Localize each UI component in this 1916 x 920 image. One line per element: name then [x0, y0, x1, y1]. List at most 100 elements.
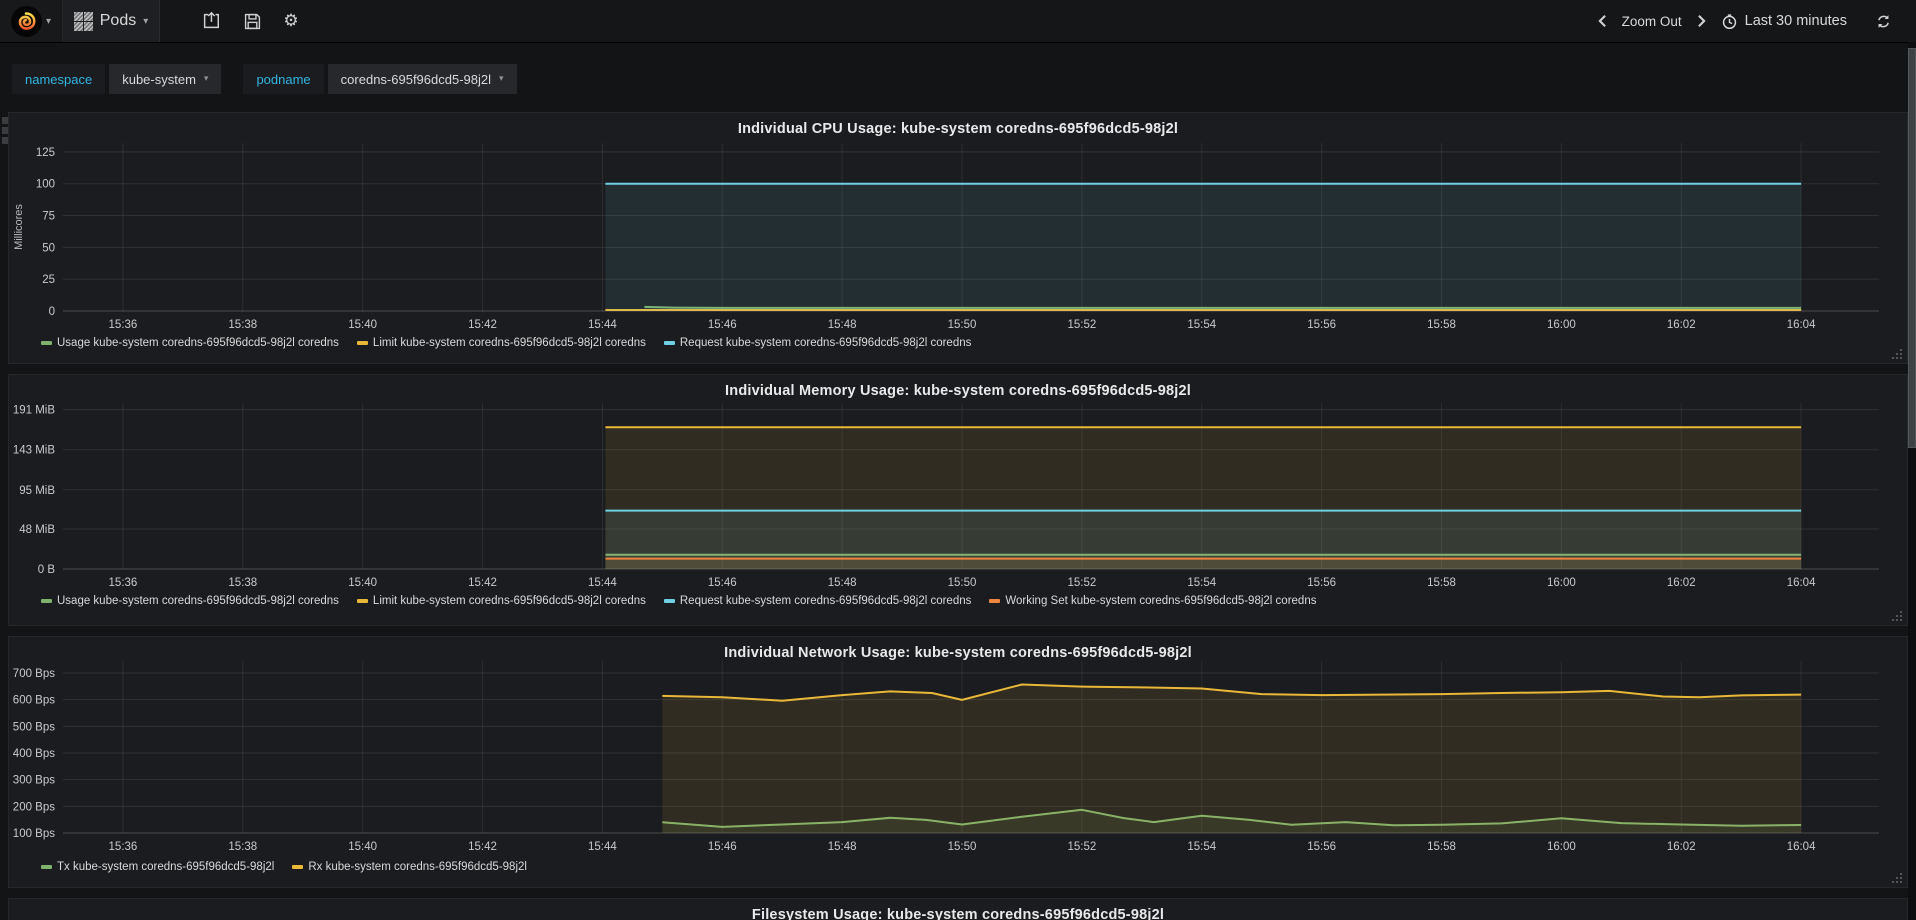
svg-text:15:58: 15:58 [1427, 841, 1456, 853]
svg-text:15:36: 15:36 [109, 577, 138, 589]
legend-item[interactable]: Limit kube-system coredns-695f96dcd5-98j… [356, 595, 646, 607]
svg-text:25: 25 [42, 274, 55, 286]
panel-cpu-usage: Individual CPU Usage: kube-system coredn… [8, 112, 1908, 364]
top-navbar: ▾ Pods ▾ ⚙ Zoom Out Last 30 minutes [0, 0, 1916, 43]
time-range-picker[interactable]: Last 30 minutes [1721, 13, 1847, 30]
svg-text:400 Bps: 400 Bps [13, 748, 55, 760]
grafana-menu-button[interactable]: ▾ [0, 0, 63, 42]
chevron-right-icon [1697, 15, 1706, 27]
svg-text:15:56: 15:56 [1307, 841, 1336, 853]
svg-text:16:02: 16:02 [1667, 841, 1696, 853]
svg-text:200 Bps: 200 Bps [13, 801, 55, 813]
variable-value-namespace[interactable]: kube-system ▾ [109, 64, 222, 94]
svg-text:15:44: 15:44 [588, 841, 617, 853]
legend-series-marker [663, 599, 675, 603]
svg-text:15:38: 15:38 [228, 319, 257, 331]
namespace-value: kube-system [122, 71, 196, 87]
svg-text:300 Bps: 300 Bps [13, 775, 55, 787]
legend-series-marker [663, 341, 675, 345]
svg-text:15:48: 15:48 [828, 577, 857, 589]
svg-text:16:04: 16:04 [1787, 319, 1816, 331]
save-button[interactable] [237, 0, 267, 42]
legend-item[interactable]: Request kube-system coredns-695f96dcd5-9… [663, 595, 972, 607]
svg-text:16:02: 16:02 [1667, 319, 1696, 331]
scrollbar-thumb[interactable] [1908, 48, 1916, 448]
svg-text:100 Bps: 100 Bps [13, 828, 55, 840]
svg-text:125: 125 [36, 147, 55, 159]
legend-item[interactable]: Limit kube-system coredns-695f96dcd5-98j… [356, 337, 646, 349]
variable-label-podname: podname [243, 64, 324, 94]
svg-text:48 MiB: 48 MiB [19, 524, 55, 536]
refresh-button[interactable] [1875, 13, 1892, 30]
zoom-out-button[interactable]: Zoom Out [1622, 14, 1682, 29]
legend-item[interactable]: Request kube-system coredns-695f96dcd5-9… [663, 337, 972, 349]
legend-series-label: Working Set kube-system coredns-695f96dc… [1005, 595, 1317, 607]
svg-text:143 MiB: 143 MiB [13, 445, 56, 457]
legend-series-label: Request kube-system coredns-695f96dcd5-9… [679, 595, 972, 607]
legend-series-label: Rx kube-system coredns-695f96dcd5-98j2l [308, 861, 527, 873]
legend-item[interactable]: Usage kube-system coredns-695f96dcd5-98j… [41, 337, 339, 349]
variable-label-namespace: namespace [12, 64, 106, 94]
svg-text:15:58: 15:58 [1427, 577, 1456, 589]
legend-series-marker [356, 599, 368, 603]
panel-network-usage: Individual Network Usage: kube-system co… [8, 636, 1908, 888]
svg-text:15:54: 15:54 [1187, 319, 1216, 331]
time-back-button[interactable] [1597, 14, 1608, 28]
gear-icon: ⚙ [283, 10, 299, 31]
memory-chart[interactable]: 0 B 48 MiB 95 MiB 143 MiB 191 MiB 15:36 15:38 1… [9, 375, 1907, 625]
panel-title[interactable]: Filesystem Usage: kube-system coredns-69… [9, 907, 1907, 920]
cpu-chart[interactable]: 0 25 50 75 100 125 15:36 15:38 15:40 15:42 15:44 15… [9, 113, 1907, 363]
legend-item[interactable]: Tx kube-system coredns-695f96dcd5-98j2l [41, 861, 274, 873]
legend-series-label: Tx kube-system coredns-695f96dcd5-98j2l [57, 861, 275, 873]
svg-text:15:46: 15:46 [708, 577, 737, 589]
svg-text:15:56: 15:56 [1307, 319, 1336, 331]
chevron-left-icon [1597, 15, 1606, 27]
svg-text:95 MiB: 95 MiB [19, 485, 55, 497]
legend-item[interactable]: Usage kube-system coredns-695f96dcd5-98j… [41, 595, 339, 607]
share-button[interactable] [196, 0, 226, 42]
dashboard-settings-button[interactable]: ⚙ [276, 0, 306, 42]
svg-text:15:36: 15:36 [109, 841, 138, 853]
legend-series-label: Limit kube-system coredns-695f96dcd5-98j… [372, 595, 646, 607]
svg-text:15:48: 15:48 [828, 319, 857, 331]
time-forward-button[interactable] [1696, 14, 1707, 28]
svg-text:15:48: 15:48 [828, 841, 857, 853]
legend-item[interactable]: Working Set kube-system coredns-695f96dc… [989, 595, 1316, 607]
panel-resize-grip[interactable] [1892, 349, 1903, 360]
svg-text:15:54: 15:54 [1187, 577, 1216, 589]
legend-item[interactable]: Rx kube-system coredns-695f96dcd5-98j2l [292, 861, 527, 873]
legend-series-label: Request kube-system coredns-695f96dcd5-9… [679, 337, 972, 349]
panel-resize-grip[interactable] [1892, 873, 1903, 884]
legend-series-marker [989, 599, 1001, 603]
page-scrollbar [1908, 42, 1916, 920]
legend-series-marker [356, 341, 368, 345]
svg-text:15:42: 15:42 [468, 577, 497, 589]
legend-series-label: Usage kube-system coredns-695f96dcd5-98j… [57, 595, 339, 607]
grafana-logo-icon [10, 5, 42, 37]
dashboard-picker[interactable]: Pods ▾ [63, 0, 160, 42]
variable-value-podname[interactable]: coredns-695f96dcd5-98j2l ▾ [327, 64, 517, 94]
memory-legend: Usage kube-system coredns-695f96dcd5-98j… [41, 595, 1316, 607]
svg-text:15:50: 15:50 [948, 319, 977, 331]
svg-text:15:54: 15:54 [1187, 841, 1216, 853]
svg-text:16:00: 16:00 [1547, 319, 1576, 331]
grafana-menu-caret-icon: ▾ [45, 15, 52, 27]
time-controls: Zoom Out Last 30 minutes [1597, 0, 1892, 42]
svg-text:100: 100 [36, 179, 55, 191]
dashboard-caret-icon: ▾ [143, 15, 149, 27]
legend-series-marker [41, 865, 52, 869]
svg-text:15:52: 15:52 [1067, 577, 1096, 589]
svg-text:600 Bps: 600 Bps [13, 695, 55, 707]
panel-resize-grip[interactable] [1892, 611, 1903, 622]
podname-value: coredns-695f96dcd5-98j2l [340, 71, 491, 87]
svg-text:50: 50 [42, 242, 55, 254]
network-chart[interactable]: 100 Bps 200 Bps 300 Bps 400 Bps 500 Bps 600 B… [9, 637, 1907, 887]
svg-text:15:52: 15:52 [1067, 319, 1096, 331]
svg-text:15:36: 15:36 [109, 319, 138, 331]
legend-series-marker [41, 341, 52, 345]
template-variables-row: namespace kube-system ▾ podname coredns-… [12, 64, 517, 94]
legend-series-marker [292, 865, 304, 869]
panel-memory-usage: Individual Memory Usage: kube-system cor… [8, 374, 1908, 626]
svg-text:0 B: 0 B [38, 564, 56, 576]
svg-text:16:00: 16:00 [1547, 841, 1576, 853]
